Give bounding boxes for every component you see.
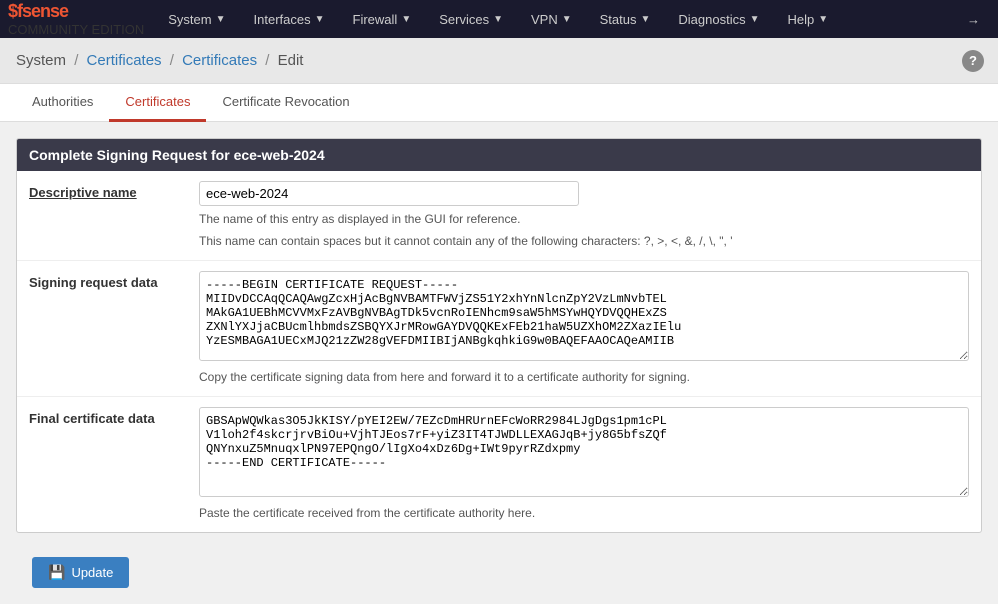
logout-button[interactable]: →: [957, 0, 990, 38]
vpn-caret: ▼: [562, 14, 572, 25]
section-title: Complete Signing Request for ece-web-202…: [17, 139, 981, 171]
descriptive-name-input[interactable]: [199, 181, 579, 206]
section-body: Descriptive name The name of this entry …: [17, 171, 981, 532]
breadcrumb-system: System: [16, 52, 66, 69]
update-label: Update: [71, 565, 113, 580]
nav-items: System ▼ Interfaces ▼ Firewall ▼ Service…: [154, 0, 957, 38]
tab-certificates[interactable]: Certificates: [109, 84, 206, 122]
nav-vpn[interactable]: VPN ▼: [517, 0, 586, 38]
diagnostics-caret: ▼: [750, 14, 760, 25]
signing-request-row: Signing request data -----BEGIN CERTIFIC…: [17, 261, 981, 397]
nav-services[interactable]: Services ▼: [425, 0, 517, 38]
signing-request-label: Signing request data: [29, 271, 199, 290]
main-content: Complete Signing Request for ece-web-202…: [0, 122, 998, 604]
tab-authorities[interactable]: Authorities: [16, 84, 109, 122]
update-button[interactable]: 💾 Update: [32, 557, 129, 588]
descriptive-name-row: Descriptive name The name of this entry …: [17, 171, 981, 261]
pfsense-logo-text: $fsense: [8, 1, 144, 22]
descriptive-name-help1: The name of this entry as displayed in t…: [199, 210, 969, 228]
csr-section: Complete Signing Request for ece-web-202…: [16, 138, 982, 533]
nav-firewall[interactable]: Firewall ▼: [339, 0, 426, 38]
nav-interfaces[interactable]: Interfaces ▼: [240, 0, 339, 38]
final-cert-label: Final certificate data: [29, 407, 199, 426]
logout-icon: →: [967, 12, 980, 27]
main-navbar: $fsense COMMUNITY EDITION System ▼ Inter…: [0, 0, 998, 38]
system-caret: ▼: [216, 14, 226, 25]
tabs-bar: Authorities Certificates Certificate Rev…: [0, 84, 998, 122]
breadcrumb-text: System / Certificates / Certificates / E…: [16, 52, 303, 69]
interfaces-caret: ▼: [315, 14, 325, 25]
final-cert-help: Paste the certificate received from the …: [199, 504, 969, 522]
firewall-caret: ▼: [401, 14, 411, 25]
nav-system[interactable]: System ▼: [154, 0, 239, 38]
descriptive-name-help2: This name can contain spaces but it cann…: [199, 232, 969, 250]
edition-label: COMMUNITY EDITION: [8, 22, 144, 37]
nav-status[interactable]: Status ▼: [586, 0, 665, 38]
final-cert-row: Final certificate data GBSApWQWkas3O5JkK…: [17, 397, 981, 532]
status-caret: ▼: [640, 14, 650, 25]
signing-request-help: Copy the certificate signing data from h…: [199, 368, 969, 386]
breadcrumb-sep2: /: [170, 52, 174, 69]
final-cert-textarea[interactable]: GBSApWQWkas3O5JkKISY/pYEI2EW/7EZcDmHRUrn…: [199, 407, 969, 497]
help-caret: ▼: [818, 14, 828, 25]
help-icon[interactable]: ?: [962, 50, 984, 72]
final-cert-field: GBSApWQWkas3O5JkKISY/pYEI2EW/7EZcDmHRUrn…: [199, 407, 969, 522]
services-caret: ▼: [493, 14, 503, 25]
descriptive-name-field: The name of this entry as displayed in t…: [199, 181, 969, 250]
breadcrumb-sep3: /: [265, 52, 269, 69]
nav-diagnostics[interactable]: Diagnostics ▼: [664, 0, 773, 38]
descriptive-name-label: Descriptive name: [29, 181, 199, 200]
breadcrumb-sep1: /: [74, 52, 78, 69]
breadcrumb-certificates-link2[interactable]: Certificates: [182, 52, 257, 69]
nav-help[interactable]: Help ▼: [774, 0, 843, 38]
save-icon: 💾: [48, 564, 65, 581]
breadcrumb-current: Edit: [278, 52, 304, 69]
tab-certificate-revocation[interactable]: Certificate Revocation: [206, 84, 365, 122]
signing-request-textarea[interactable]: -----BEGIN CERTIFICATE REQUEST----- MIID…: [199, 271, 969, 361]
breadcrumb-certificates-link1[interactable]: Certificates: [87, 52, 162, 69]
signing-request-field: -----BEGIN CERTIFICATE REQUEST----- MIID…: [199, 271, 969, 386]
breadcrumb: System / Certificates / Certificates / E…: [0, 38, 998, 84]
brand-logo: $fsense COMMUNITY EDITION: [8, 1, 144, 37]
